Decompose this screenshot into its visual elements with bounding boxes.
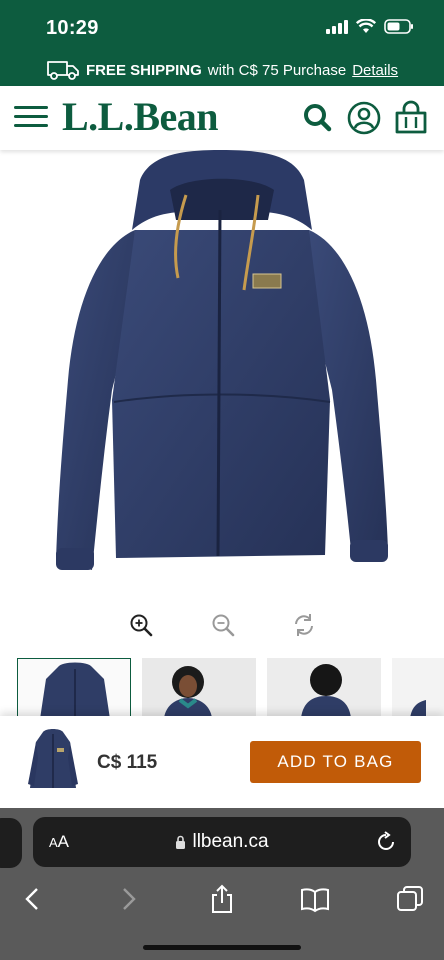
image-controls xyxy=(0,612,444,640)
share-icon[interactable] xyxy=(207,884,237,914)
price: C$ 115 xyxy=(97,752,158,773)
forward-icon[interactable] xyxy=(113,884,143,914)
zoom-out-icon[interactable] xyxy=(210,612,236,638)
product-image[interactable] xyxy=(40,150,404,580)
menu-icon xyxy=(14,106,48,109)
home-indicator[interactable] xyxy=(143,945,301,950)
lock-icon xyxy=(176,835,186,849)
thumbnail-jacket-front[interactable] xyxy=(17,658,131,718)
thumbnail-model-front[interactable] xyxy=(142,658,256,718)
shipping-text: with C$ 75 Purchase xyxy=(207,61,347,79)
buy-bar-product-thumb xyxy=(28,729,78,788)
top-banner: 10:29 FREE SHIPPING with C$ 75 Purchase … xyxy=(0,0,444,86)
bookmarks-icon[interactable] xyxy=(300,884,330,914)
tabs-icon[interactable] xyxy=(395,884,425,914)
jacket-thumb-image xyxy=(18,659,130,717)
app-screen: 10:29 FREE SHIPPING with C$ 75 Purchase … xyxy=(0,0,444,960)
truck-icon xyxy=(47,61,79,80)
brand-logo[interactable]: L.L.Bean xyxy=(62,93,219,140)
add-to-bag-bar: C$ 115 ADD TO BAG xyxy=(0,716,444,808)
browser-nav-row xyxy=(0,880,444,920)
search-icon[interactable] xyxy=(300,100,336,136)
back-icon[interactable] xyxy=(18,884,48,914)
shipping-banner: FREE SHIPPING with C$ 75 Purchase Detail… xyxy=(0,54,444,86)
reload-icon[interactable] xyxy=(375,831,397,853)
signal-icon xyxy=(326,19,348,34)
url-text-wrap: llbean.ca xyxy=(33,831,411,853)
shipping-details-link[interactable]: Details xyxy=(352,62,398,79)
add-to-bag-button[interactable]: ADD TO BAG xyxy=(250,741,421,783)
menu-button[interactable] xyxy=(14,106,48,132)
wifi-icon xyxy=(356,19,376,33)
status-time: 10:29 xyxy=(46,17,99,39)
model-back-image xyxy=(267,658,381,718)
previous-tab-peek[interactable] xyxy=(0,818,22,868)
status-icons xyxy=(326,19,414,34)
thumbnail-strip xyxy=(0,658,444,718)
bag-icon[interactable] xyxy=(393,100,429,136)
account-icon[interactable] xyxy=(346,100,382,136)
site-header: L.L.Bean xyxy=(0,86,444,150)
thumbnail-model-back[interactable] xyxy=(267,658,381,718)
rotate-icon[interactable] xyxy=(291,612,317,638)
address-bar[interactable]: AA llbean.ca xyxy=(33,817,411,867)
battery-icon xyxy=(384,19,413,34)
partial-thumb-image xyxy=(392,658,444,718)
model-front-image xyxy=(142,658,256,718)
browser-toolbar: AA llbean.ca xyxy=(0,808,444,960)
url-text: llbean.ca xyxy=(192,831,269,852)
thumbnail-more[interactable] xyxy=(392,658,444,718)
zoom-in-icon[interactable] xyxy=(128,612,154,638)
shipping-headline: FREE SHIPPING xyxy=(85,61,202,79)
